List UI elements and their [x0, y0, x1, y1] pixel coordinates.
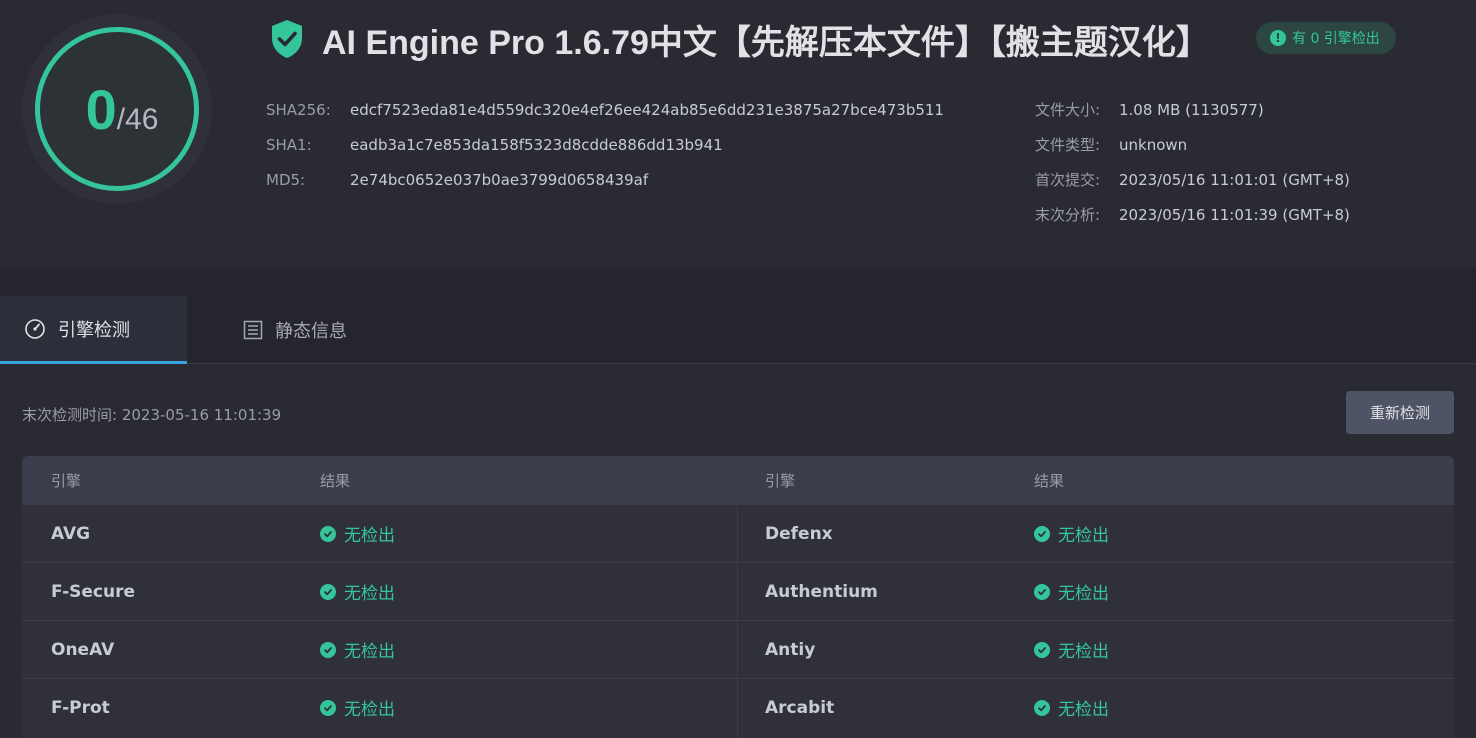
tab-engine-detection[interactable]: 引擎检测 — [0, 296, 187, 364]
title-row: AI Engine Pro 1.6.79中文【先解压本文件】【搬主题汉化】 — [270, 16, 1242, 62]
check-circle-icon — [320, 641, 336, 658]
table-header: 引擎 结果 引擎 结果 — [22, 456, 1454, 504]
table-row: F-Prot 无检出 Arcabit 无检出 — [22, 678, 1454, 736]
list-icon — [243, 320, 263, 340]
engine-result: 无检出 — [1034, 621, 1109, 678]
detection-score-ring: 0 /46 — [35, 27, 199, 191]
engine-name: Antiy — [765, 639, 816, 660]
header-result-right: 结果 — [1034, 471, 1065, 490]
hash-list: SHA256: edcf7523eda81e4d559dc320e4ef26ee… — [266, 92, 944, 197]
sha1-value[interactable]: eadb3a1c7e853da158f5323d8cdde886dd13b941 — [350, 136, 723, 154]
sha256-value[interactable]: edcf7523eda81e4d559dc320e4ef26ee424ab85e… — [350, 101, 944, 119]
engine-name: Defenx — [765, 523, 833, 544]
check-circle-icon — [1034, 641, 1050, 658]
table-row: F-Secure 无检出 Authentium 无检出 — [22, 562, 1454, 620]
shield-check-icon — [272, 20, 302, 58]
file-meta-list: 文件大小: 1.08 MB (1130577) 文件类型: unknown 首次… — [1035, 92, 1350, 232]
engine-name: F-Secure — [51, 581, 136, 602]
section-separator — [0, 268, 1476, 296]
check-circle-icon — [320, 699, 336, 716]
md5-value[interactable]: 2e74bc0652e037b0ae3799d0658439af — [350, 171, 648, 189]
engine-name: Arcabit — [765, 697, 835, 718]
meta-row-type: 文件类型: unknown — [1035, 135, 1188, 155]
check-circle-icon — [1034, 525, 1050, 542]
engine-result: 无检出 — [320, 679, 395, 736]
engine-name: AVG — [51, 523, 91, 544]
engine-result: 无检出 — [320, 505, 395, 562]
engine-name: F-Prot — [51, 697, 110, 718]
hash-row-sha256: SHA256: edcf7523eda81e4d559dc320e4ef26ee… — [266, 100, 944, 119]
table-row: AVG 无检出 Defenx 无检出 — [22, 504, 1454, 562]
check-circle-icon — [320, 525, 336, 542]
hash-row-md5: MD5: 2e74bc0652e037b0ae3799d0658439af — [266, 170, 649, 189]
detection-count: 0 — [85, 77, 117, 141]
file-summary-header: 0 /46 AI Engine Pro 1.6.79中文【先解压本文件】【搬主题… — [0, 0, 1476, 268]
recheck-button[interactable]: 重新检测 — [1346, 391, 1454, 434]
meta-row-first-submit: 首次提交: 2023/05/16 11:01:01 (GMT+8) — [1035, 170, 1350, 190]
engine-name: OneAV — [51, 639, 115, 660]
exclamation-icon: ! — [1270, 30, 1286, 46]
meta-row-size: 文件大小: 1.08 MB (1130577) — [1035, 100, 1264, 120]
header-engine-right: 引擎 — [765, 471, 796, 490]
engine-results-table: 引擎 结果 引擎 结果 AVG 无检出 Defenx 无检出 F-Secure … — [22, 456, 1454, 738]
detection-score-circle: 0 /46 — [22, 14, 212, 204]
tab-bar: 引擎检测 静态信息 — [0, 296, 1476, 364]
header-result-left: 结果 — [320, 471, 351, 490]
hash-row-sha1: SHA1: eadb3a1c7e853da158f5323d8cdde886dd… — [266, 135, 723, 154]
badge-label: 有 0 引擎检出 — [1292, 31, 1380, 47]
engine-result: 无检出 — [1034, 505, 1109, 562]
engine-detection-panel: 末次检测时间: 2023-05-16 11:01:39 重新检测 引擎 结果 引… — [0, 364, 1476, 738]
check-circle-icon — [320, 583, 336, 600]
meta-row-last-analysis: 末次分析: 2023/05/16 11:01:39 (GMT+8) — [1035, 205, 1350, 225]
check-circle-icon — [1034, 699, 1050, 716]
file-title: AI Engine Pro 1.6.79中文【先解压本文件】【搬主题汉化】 — [322, 23, 1210, 62]
engine-total: /46 — [116, 102, 159, 136]
last-check-time: 末次检测时间: 2023-05-16 11:01:39 — [22, 406, 282, 424]
engine-result: 无检出 — [320, 563, 395, 620]
tab-static-info[interactable]: 静态信息 — [187, 296, 347, 364]
engine-name: Authentium — [765, 581, 878, 602]
detection-status-badge: ! 有 0 引擎检出 — [1256, 22, 1396, 54]
gauge-icon — [25, 318, 45, 339]
engine-result: 无检出 — [320, 621, 395, 678]
check-circle-icon — [1034, 583, 1050, 600]
engine-result: 无检出 — [1034, 679, 1109, 736]
engine-result: 无检出 — [1034, 563, 1109, 620]
table-row: OneAV 无检出 Antiy 无检出 — [22, 620, 1454, 678]
header-engine-left: 引擎 — [51, 471, 82, 490]
